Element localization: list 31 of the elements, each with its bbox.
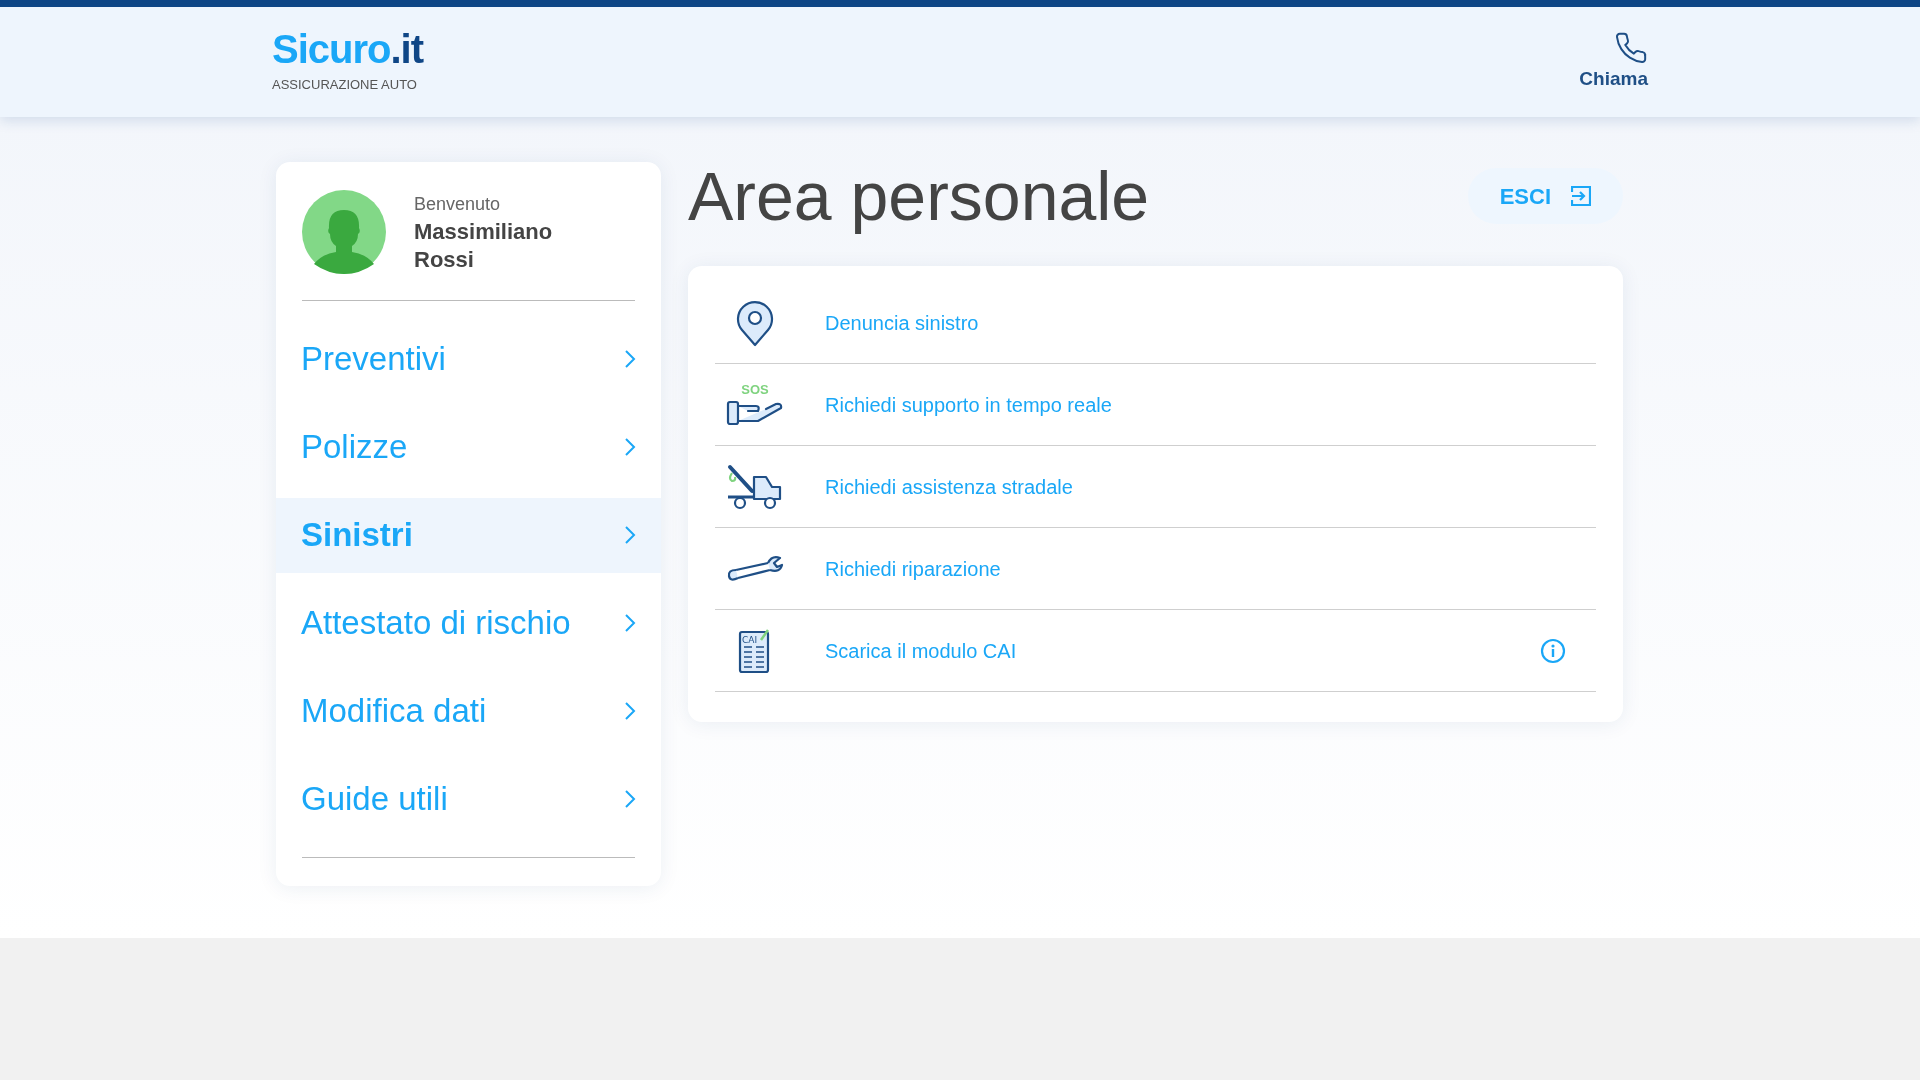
action-row[interactable]: Denuncia sinistro <box>715 282 1596 364</box>
tow-truck-icon <box>726 462 784 511</box>
sidebar-item[interactable]: Sinistri <box>276 497 661 573</box>
logout-button[interactable]: ESCI <box>1467 168 1623 224</box>
user-avatar-icon <box>302 190 386 274</box>
chevron-right-icon <box>624 789 636 809</box>
chevron-right-icon <box>624 437 636 457</box>
sidebar-item[interactable]: Polizze <box>276 409 661 485</box>
sos-label: SOS <box>741 383 769 396</box>
user-name: Massimiliano Rossi <box>414 217 554 274</box>
greeting-text: Benvenuto <box>414 192 502 216</box>
location-pin-icon <box>735 298 775 347</box>
site-logo[interactable]: Sicuro.it <box>272 29 424 70</box>
wrench-icon <box>726 553 784 584</box>
action-row[interactable]: Richiedi riparazione <box>715 528 1596 610</box>
sidebar-item[interactable]: Attestato di rischio <box>276 585 661 661</box>
sidebar-item[interactable]: Preventivi <box>276 321 661 397</box>
call-button[interactable]: Chiama <box>1579 30 1648 94</box>
exit-icon <box>1571 186 1591 206</box>
action-row[interactable]: SOS Richiedi supporto in tempo reale <box>715 364 1596 446</box>
chevron-right-icon <box>624 613 636 633</box>
chevron-right-icon <box>624 525 636 545</box>
chevron-right-icon <box>624 701 636 721</box>
action-row[interactable]: CAI Scarica il modulo CAI <box>715 610 1596 692</box>
action-row[interactable]: Richiedi assistenza stradale <box>715 446 1596 528</box>
phone-icon <box>1614 30 1648 65</box>
sidebar-item[interactable]: Guide utili <box>276 761 661 837</box>
info-icon[interactable] <box>1540 637 1566 664</box>
sidebar-item[interactable]: Modifica dati <box>276 673 661 749</box>
logo-tagline: ASSICURAZIONE AUTO <box>272 76 417 95</box>
chevron-right-icon <box>624 349 636 369</box>
